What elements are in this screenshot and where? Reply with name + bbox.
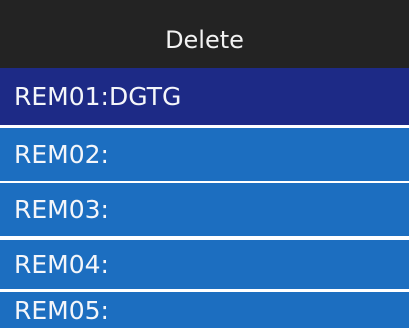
- list-item-rem05[interactable]: REM05:: [0, 292, 409, 328]
- delete-screen: Delete REM01:DGTG REM02: REM03: REM04: R…: [0, 0, 409, 328]
- list-item-rem01[interactable]: REM01:DGTG: [0, 68, 409, 125]
- list-item-label: REM01:DGTG: [14, 82, 182, 111]
- list-item-label: REM04:: [14, 250, 109, 279]
- list-item-rem02[interactable]: REM02:: [0, 128, 409, 181]
- list-item-label: REM02:: [14, 140, 109, 169]
- list-item-label: REM05:: [14, 295, 109, 325]
- screen-title: Delete: [0, 0, 409, 68]
- list-item-rem04[interactable]: REM04:: [0, 240, 409, 289]
- list-item-rem03[interactable]: REM03:: [0, 183, 409, 236]
- list-item-label: REM03:: [14, 195, 109, 224]
